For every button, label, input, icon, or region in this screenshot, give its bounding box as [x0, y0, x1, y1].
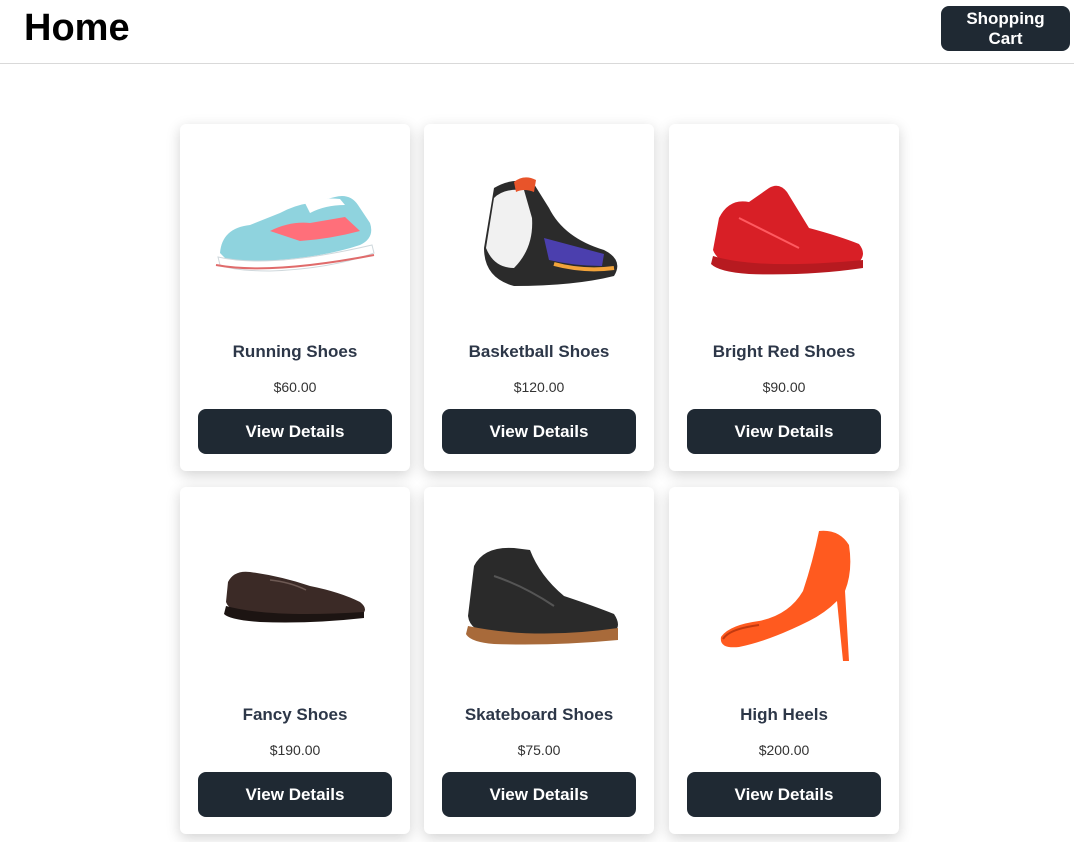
product-price: $90.00	[762, 379, 806, 395]
product-name: Bright Red Shoes	[712, 342, 856, 361]
product-price: $75.00	[517, 742, 561, 758]
running-shoe-icon[interactable]	[204, 141, 386, 324]
product-card-high-heels: High Heels $200.00 View Details	[669, 487, 899, 834]
product-name: High Heels	[740, 705, 828, 724]
product-name: Fancy Shoes	[242, 705, 348, 724]
product-price: $60.00	[273, 379, 317, 395]
view-details-button[interactable]: View Details	[687, 772, 881, 817]
view-details-button[interactable]: View Details	[442, 772, 636, 817]
product-card-basketball-shoes: Basketball Shoes $120.00 View Details	[424, 124, 654, 471]
shopping-cart-button[interactable]: Shopping Cart	[941, 6, 1070, 51]
product-price: $120.00	[513, 379, 565, 395]
product-card-bright-red-shoes: Bright Red Shoes $90.00 View Details	[669, 124, 899, 471]
view-details-button[interactable]: View Details	[198, 772, 392, 817]
page-title: Home	[24, 7, 130, 49]
skate-shoe-icon[interactable]	[448, 504, 630, 687]
product-name: Skateboard Shoes	[464, 705, 614, 724]
product-price: $200.00	[758, 742, 810, 758]
product-card-fancy-shoes: Fancy Shoes $190.00 View Details	[180, 487, 410, 834]
view-details-button[interactable]: View Details	[442, 409, 636, 454]
red-shoe-icon[interactable]	[693, 141, 875, 324]
high-heel-icon[interactable]	[693, 504, 875, 687]
view-details-button[interactable]: View Details	[198, 409, 392, 454]
product-name: Running Shoes	[232, 342, 358, 361]
header: Home Shopping Cart	[0, 0, 1074, 64]
product-card-running-shoes: Running Shoes $60.00 View Details	[180, 124, 410, 471]
view-details-button[interactable]: View Details	[687, 409, 881, 454]
product-card-skateboard-shoes: Skateboard Shoes $75.00 View Details	[424, 487, 654, 834]
dress-shoe-icon[interactable]	[204, 504, 386, 687]
product-name: Basketball Shoes	[468, 342, 610, 361]
basketball-shoe-icon[interactable]	[448, 141, 630, 324]
product-price: $190.00	[269, 742, 321, 758]
